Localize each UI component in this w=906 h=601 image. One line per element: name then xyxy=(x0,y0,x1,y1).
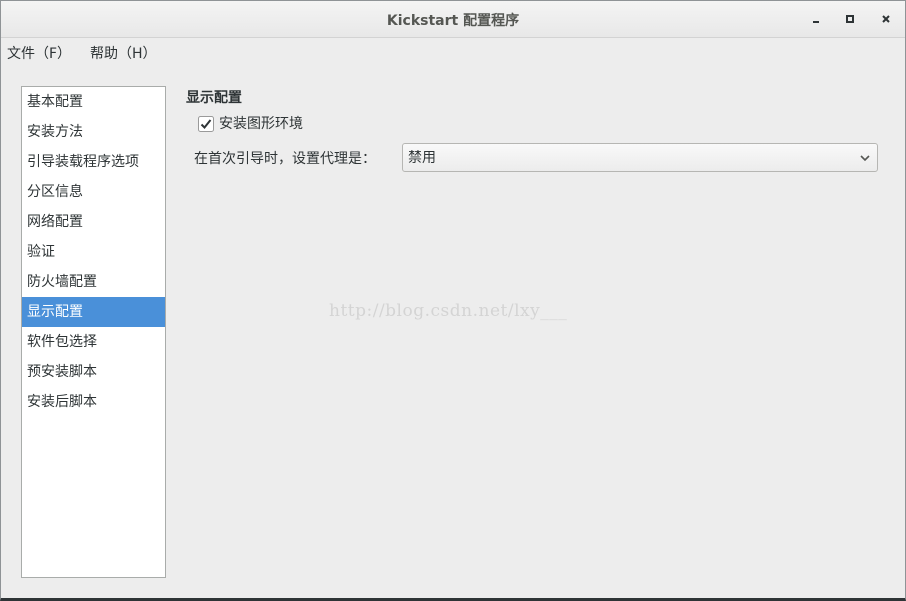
sidebar-item-pre-install-script[interactable]: 预安装脚本 xyxy=(22,357,165,387)
minimize-icon xyxy=(813,21,819,23)
close-button[interactable] xyxy=(877,10,895,28)
first-boot-label: 在首次引导时，设置代理是： xyxy=(194,151,376,167)
chevron-down-icon xyxy=(860,155,870,162)
first-boot-value: 禁用 xyxy=(408,150,436,166)
maximize-icon xyxy=(846,15,854,23)
install-graphical-label: 安装图形环境 xyxy=(219,116,303,132)
menu-file[interactable]: 文件（F） xyxy=(7,43,71,63)
sidebar-item-basic-config[interactable]: 基本配置 xyxy=(22,87,165,117)
window-title: Kickstart 配置程序 xyxy=(386,13,520,29)
maximize-button[interactable] xyxy=(841,10,859,28)
menu-help[interactable]: 帮助（H） xyxy=(90,43,157,63)
minimize-button[interactable] xyxy=(807,10,825,28)
sidebar-item-network-config[interactable]: 网络配置 xyxy=(22,207,165,237)
title-bar[interactable]: Kickstart 配置程序 xyxy=(1,1,905,38)
sidebar-item-post-install-script[interactable]: 安装后脚本 xyxy=(22,387,165,417)
sidebar-item-install-method[interactable]: 安装方法 xyxy=(22,117,165,147)
sidebar-item-bootloader-options[interactable]: 引导装载程序选项 xyxy=(22,147,165,177)
sidebar-item-display-config[interactable]: 显示配置 xyxy=(22,297,165,327)
sidebar-item-authentication[interactable]: 验证 xyxy=(22,237,165,267)
first-boot-combo[interactable]: 禁用 xyxy=(402,143,878,172)
sidebar-item-firewall-config[interactable]: 防火墙配置 xyxy=(22,267,165,297)
close-icon xyxy=(882,15,890,23)
category-list: 基本配置 安装方法 引导装载程序选项 分区信息 网络配置 验证 防火墙配置 显示… xyxy=(21,86,166,578)
section-title: 显示配置 xyxy=(186,90,242,106)
menu-bar: 文件（F） 帮助（H） xyxy=(1,38,905,66)
watermark: http://blog.csdn.net/lxy___ xyxy=(329,301,568,321)
checkmark-icon[interactable] xyxy=(198,116,214,132)
app-window: Kickstart 配置程序 文件（F） 帮助（H） 基本配置 安装方法 引导装… xyxy=(0,0,906,601)
sidebar-item-package-selection[interactable]: 软件包选择 xyxy=(22,327,165,357)
sidebar-item-partition-info[interactable]: 分区信息 xyxy=(22,177,165,207)
